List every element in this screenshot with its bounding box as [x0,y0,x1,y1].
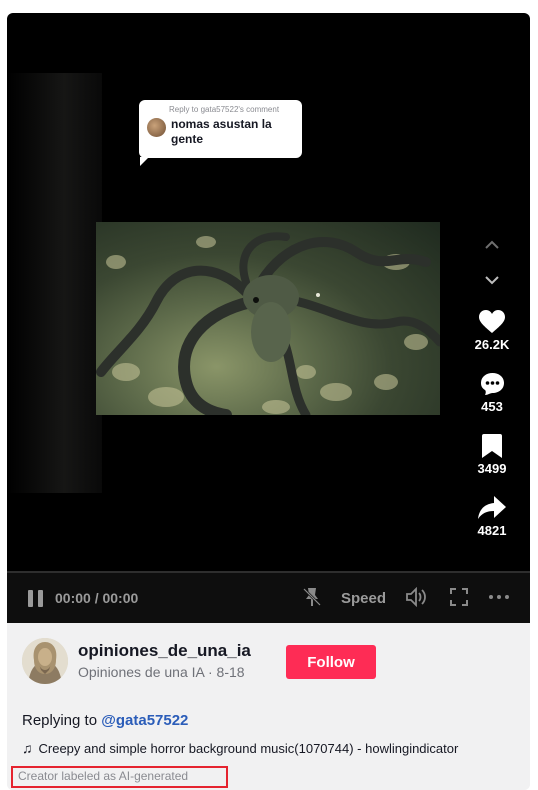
volume-icon[interactable] [406,587,428,607]
music-title: Creepy and simple horror background musi… [38,741,459,756]
pause-icon[interactable] [28,590,44,607]
post-info: opiniones_de_una_ia Opiniones de una IA … [7,623,530,790]
follow-button[interactable]: Follow [286,645,376,679]
progress-bar[interactable] [7,571,530,573]
share-arrow-icon [478,496,506,519]
comment-bubble-icon [480,373,504,395]
mention-link[interactable]: @gata57522 [101,712,188,729]
page: Reply to gata57522's comment nomas asust… [0,0,538,790]
music-note-icon: ♫ [22,740,33,756]
speed-button[interactable]: Speed [341,590,386,607]
creator-portrait-image [22,638,68,684]
like-button[interactable]: 26.2K [470,309,514,352]
commenter-avatar [147,118,166,137]
post-card: Reply to gata57522's comment nomas asust… [7,13,530,790]
chevron-down-icon [485,275,499,284]
replying-to-line: Replying to @gata57522 [22,712,188,729]
ai-generated-label: Creator labeled as AI-generated [18,769,189,783]
next-video-button[interactable] [479,267,505,293]
pin-off-icon[interactable] [303,586,321,608]
save-button[interactable]: 3499 [470,433,514,476]
reply-label: Reply to gata57522's comment [169,105,280,114]
save-count: 3499 [477,461,507,476]
like-count: 26.2K [474,337,510,352]
music-link[interactable]: ♫ Creepy and simple horror background mus… [22,740,458,756]
octopus-scene-image [96,232,440,415]
video-frame[interactable] [96,222,440,415]
share-count: 4821 [477,523,507,538]
creator-username[interactable]: opiniones_de_una_ia [78,641,251,661]
comment-count: 453 [481,399,503,414]
reply-row: nomas asustan la gente [147,117,295,147]
share-button[interactable]: 4821 [470,495,514,538]
reply-comment-text: nomas asustan la gente [171,117,272,146]
heart-icon [479,310,505,333]
replying-prefix: Replying to [22,712,98,729]
fullscreen-icon[interactable] [450,588,468,606]
player-controls: 00:00 / 00:00 Speed [7,571,530,623]
bookmark-icon [482,434,502,458]
previous-video-button[interactable] [479,231,505,257]
creator-nickname-date: Opiniones de una IA · 8-18 [78,664,245,680]
more-options-icon[interactable] [489,595,509,599]
creator-avatar[interactable] [22,638,68,684]
chevron-up-icon [485,240,499,249]
video-blur-edge [7,73,102,493]
comment-button[interactable]: 453 [470,371,514,414]
playback-time: 00:00 / 00:00 [55,590,139,606]
reply-comment-bubble[interactable]: Reply to gata57522's comment nomas asust… [139,100,302,166]
video-player[interactable]: Reply to gata57522's comment nomas asust… [7,13,530,623]
